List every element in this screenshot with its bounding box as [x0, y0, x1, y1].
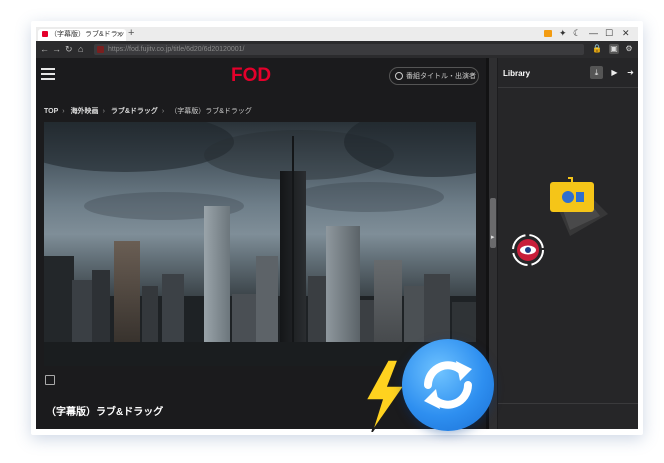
extension-icon[interactable] [544, 30, 552, 37]
empty-library-illustration [512, 177, 608, 266]
video-icon[interactable]: ▶ [608, 66, 621, 79]
library-footer-separator [498, 403, 638, 404]
export-icon[interactable]: ➜ [624, 66, 637, 79]
library-title: Library [503, 69, 531, 78]
browser-tab[interactable]: （字幕版）ラブ&ドラッグ ✕ [38, 29, 126, 50]
reload-icon[interactable]: ↻ [65, 43, 73, 56]
moon-icon[interactable]: ☾ [573, 27, 581, 40]
sparkle-icon[interactable]: ✦ [559, 27, 567, 40]
collapse-arrow-icon[interactable]: ▸ [491, 233, 497, 243]
url-text: https://fod.fujitv.co.jp/title/6d20/6d20… [108, 46, 245, 53]
sync-icon [424, 361, 472, 409]
favicon-icon [42, 31, 48, 37]
search-input[interactable]: 番組タイトル・出演者 [389, 67, 479, 85]
close-window-button[interactable]: ✕ [622, 27, 630, 40]
breadcrumb-current: （字幕版）ラブ&ドラッグ [170, 108, 252, 115]
home-icon[interactable]: ⌂ [78, 43, 83, 56]
video-control-icon[interactable] [45, 375, 55, 385]
back-icon[interactable]: ← [40, 43, 49, 56]
breadcrumb-foreign-movies[interactable]: 海外映画 [71, 108, 99, 115]
search-placeholder: 番組タイトル・出演者 [406, 73, 476, 80]
fod-logo[interactable]: FOD [231, 65, 271, 87]
video-player[interactable] [44, 122, 476, 366]
lock-icon[interactable]: 🔒 [592, 44, 602, 54]
tab-bar: （字幕版）ラブ&ドラッグ ✕ + ✦ ☾ — ☐ ✕ [36, 27, 638, 50]
maximize-button[interactable]: ☐ [605, 27, 613, 40]
address-bar: ← → ↻ ⌂ https://fod.fujitv.co.jp/title/6… [36, 41, 638, 58]
tab-close-icon[interactable]: ✕ [116, 29, 123, 41]
site-info-icon[interactable] [97, 46, 104, 53]
forward-icon[interactable]: → [52, 43, 61, 56]
menu-icon[interactable] [41, 68, 55, 83]
settings-icon[interactable]: ⚙ [624, 44, 634, 54]
library-panel: Library ⤓ ▶ ➜ [498, 58, 638, 429]
breadcrumb: TOP › 海外映画 › ラブ&ドラッグ › （字幕版）ラブ&ドラッグ [44, 108, 252, 115]
breadcrumb-top[interactable]: TOP [44, 108, 58, 115]
download-icon[interactable]: ⤓ [590, 66, 603, 79]
program-title: （字幕版）ラブ&ドラッグ [46, 407, 164, 418]
library-separator [498, 87, 638, 88]
minimize-button[interactable]: — [589, 27, 598, 40]
breadcrumb-series[interactable]: ラブ&ドラッグ [111, 108, 158, 115]
browser-window: （字幕版）ラブ&ドラッグ ✕ + ✦ ☾ — ☐ ✕ ← → ↻ ⌂ https… [36, 27, 638, 429]
capture-icon[interactable]: ▣ [609, 44, 619, 54]
url-field[interactable]: https://fod.fujitv.co.jp/title/6d20/6d20… [94, 44, 584, 55]
new-tab-button[interactable]: + [128, 27, 134, 40]
search-icon [395, 72, 403, 80]
sync-badge [402, 339, 494, 431]
